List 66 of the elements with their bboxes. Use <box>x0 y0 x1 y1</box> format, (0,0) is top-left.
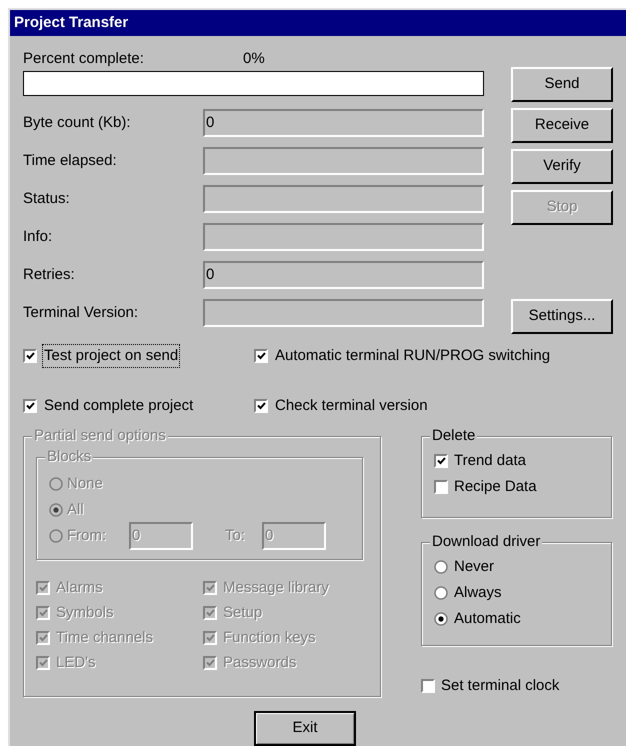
option-label: LED's <box>56 652 96 673</box>
field-label: Info: <box>23 226 54 247</box>
option-label: Recipe Data <box>454 476 537 497</box>
readonly-field[interactable] <box>203 223 484 251</box>
option-label: Send complete project <box>43 396 194 416</box>
checkmark-icon <box>38 609 48 617</box>
progress-reading: 0% <box>243 48 265 69</box>
option-label: Symbols <box>56 602 114 623</box>
checkbox[interactable] <box>421 679 435 693</box>
checkbox[interactable] <box>23 399 37 413</box>
field-label: Terminal Version: <box>23 302 140 323</box>
checkbox[interactable] <box>434 480 448 494</box>
radio-label: From: <box>67 526 108 546</box>
action-button[interactable]: Send <box>511 67 613 102</box>
radio-button[interactable] <box>434 612 448 626</box>
option-label: Message library <box>223 578 329 598</box>
option-label: Check terminal version <box>274 396 429 416</box>
group-title: Partial send options <box>32 427 168 445</box>
checkmark-icon <box>38 634 48 642</box>
radio-label: Always <box>454 582 502 603</box>
checkmark-icon <box>26 352 34 360</box>
to-label: To: <box>225 526 246 546</box>
readonly-field[interactable]: 0 <box>203 261 484 289</box>
field-label: Retries: <box>23 264 76 285</box>
field-label: Time elapsed: <box>23 150 118 171</box>
field-label: Status: <box>23 188 71 209</box>
action-button[interactable]: Verify <box>511 149 613 184</box>
readonly-field[interactable] <box>203 185 484 213</box>
checkbox[interactable] <box>254 399 268 413</box>
radio-button[interactable] <box>434 560 448 574</box>
option-label: Automatic terminal RUN/PROG switching <box>274 346 552 366</box>
checkmark-icon <box>436 457 446 465</box>
settings-button[interactable]: Settings... <box>511 299 613 334</box>
checkmark-icon <box>38 584 48 592</box>
window-title: Project Transfer <box>14 12 128 33</box>
checkbox[interactable] <box>434 454 448 468</box>
checkmark-icon <box>206 609 214 617</box>
readonly-field[interactable] <box>203 147 484 175</box>
exit-button[interactable]: Exit <box>254 711 356 746</box>
option-label: Trend data <box>454 450 526 471</box>
checkmark-icon <box>38 659 48 667</box>
radio-button[interactable] <box>434 586 448 600</box>
radio-label: All <box>67 500 84 520</box>
readonly-field[interactable] <box>203 299 484 327</box>
radio-label: Never <box>454 556 494 577</box>
radio-label: Automatic <box>454 608 521 629</box>
field-label: Byte count (Kb): <box>23 112 132 133</box>
progress-label: Percent complete: <box>23 48 145 69</box>
checkmark-icon <box>206 634 214 642</box>
readonly-field[interactable]: 0 <box>203 109 484 137</box>
option-label: Passwords <box>223 652 296 673</box>
option-label: Set terminal clock <box>441 676 560 696</box>
option-label: Setup <box>223 602 262 623</box>
checkmark-icon <box>26 402 34 410</box>
option-label: Function keys <box>223 628 316 648</box>
checkbox[interactable] <box>23 349 37 363</box>
radio-label: None <box>67 474 103 494</box>
action-button[interactable]: Receive <box>511 108 613 143</box>
checkmark-icon <box>206 584 214 592</box>
checkmark-icon <box>256 402 266 410</box>
option-label: Time channels <box>56 628 153 648</box>
checkbox[interactable] <box>254 349 268 363</box>
option-label: Alarms <box>56 578 103 598</box>
checkmark-icon <box>256 352 266 360</box>
checkmark-icon <box>206 659 214 667</box>
option-label: Test project on send <box>43 344 180 368</box>
